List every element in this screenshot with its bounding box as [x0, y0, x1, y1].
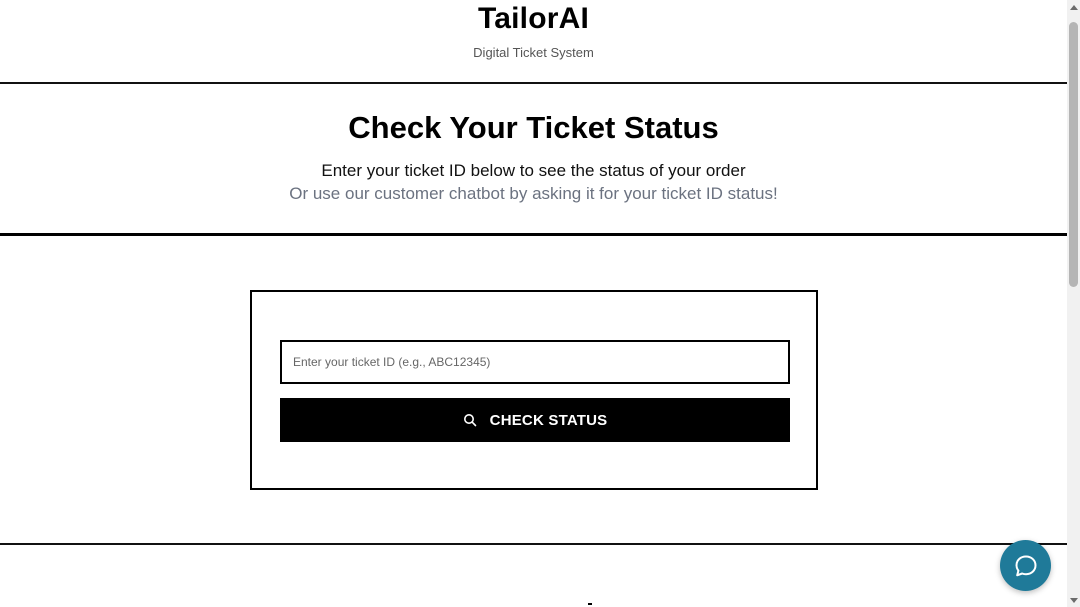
scroll-down-arrow-icon[interactable] [1067, 593, 1080, 607]
below-fold-content [588, 601, 594, 607]
brand-title: TailorAI [477, 2, 590, 35]
page-subtitle: Enter your ticket ID below to see the st… [321, 161, 746, 180]
chatbot-launcher-button[interactable] [1000, 540, 1051, 591]
ticket-id-input[interactable] [280, 340, 790, 384]
chat-bubble-icon [1015, 555, 1036, 576]
scroll-up-arrow-icon[interactable] [1067, 0, 1080, 14]
ticket-status-card: CHECK STATUS [250, 290, 818, 490]
page-title: Check Your Ticket Status [348, 110, 719, 145]
section-divider [0, 543, 1067, 545]
check-status-label: CHECK STATUS [489, 411, 608, 429]
vertical-scrollbar[interactable] [1067, 0, 1080, 607]
scrollbar-thumb[interactable] [1069, 22, 1078, 287]
hero-section: Check Your Ticket Status Enter your tick… [0, 84, 1067, 236]
check-status-button[interactable]: CHECK STATUS [280, 398, 790, 442]
page-viewport: TailorAI Digital Ticket System Check You… [0, 0, 1067, 607]
site-header: TailorAI Digital Ticket System [0, 0, 1067, 84]
search-icon [463, 413, 477, 427]
brand-tagline: Digital Ticket System [473, 45, 594, 60]
chatbot-hint: Or use our customer chatbot by asking it… [289, 184, 778, 203]
